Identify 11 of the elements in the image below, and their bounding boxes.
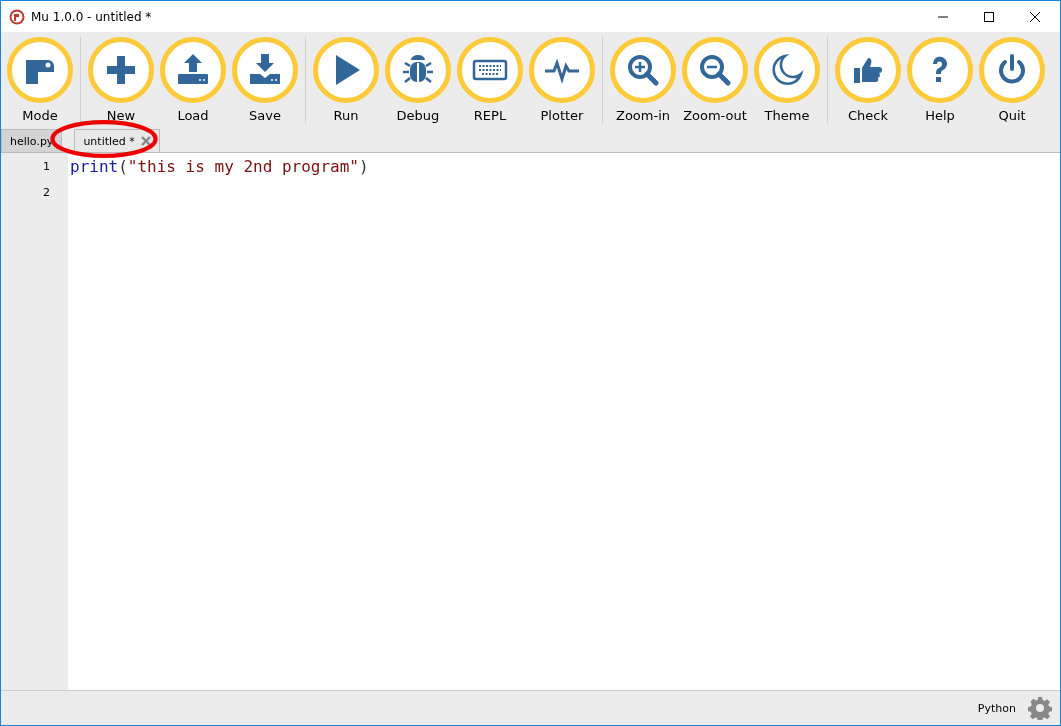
window-title: Mu 1.0.0 - untitled * [31,9,152,24]
settings-icon[interactable] [1028,696,1052,720]
code-line: print("this is my 2nd program") [70,157,369,176]
mode-label: Python [977,701,1016,715]
maximize-icon[interactable] [984,11,994,22]
line-number: 2 [42,185,51,201]
close-icon[interactable] [1030,11,1040,22]
file-tab[interactable]: untitled * [74,129,160,152]
file-tab[interactable]: hello.py [1,129,63,152]
app-logo-icon [9,8,25,25]
line-number: 1 [42,159,51,175]
